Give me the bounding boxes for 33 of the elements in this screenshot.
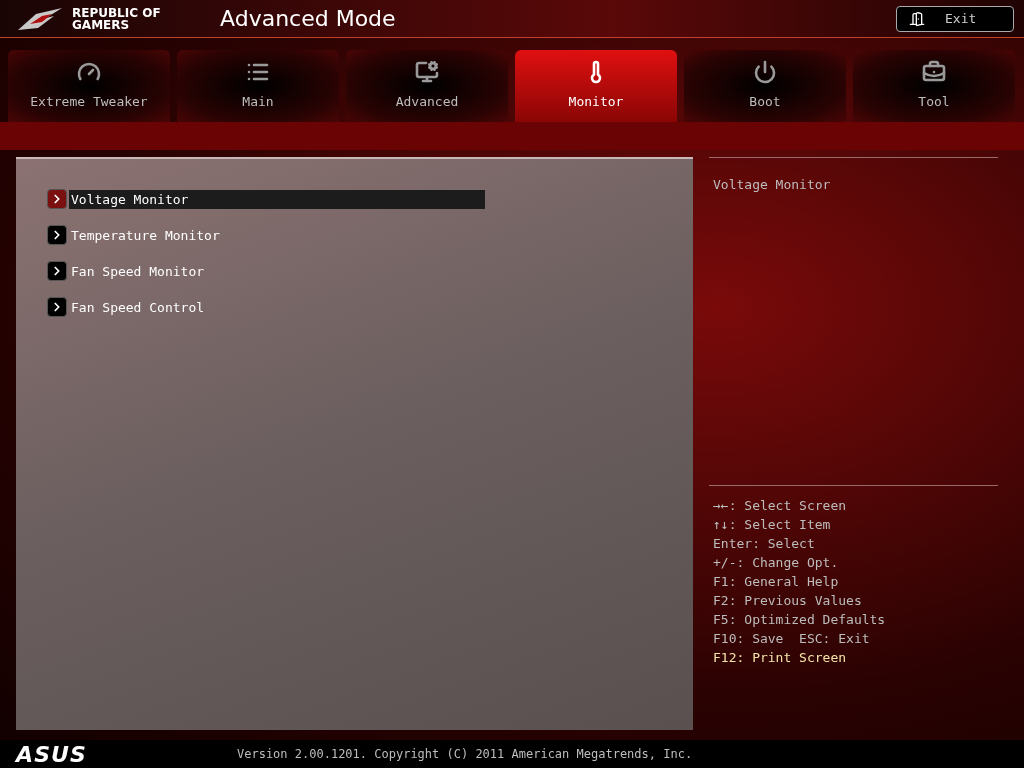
- menu-item[interactable]: Temperature Monitor: [69, 225, 222, 245]
- window-title: Advanced Mode: [220, 5, 396, 33]
- tab[interactable]: Tool: [853, 50, 1015, 122]
- tab[interactable]: Advanced: [346, 50, 508, 122]
- power-icon: [753, 60, 777, 85]
- key-help-line: ↑↓: Select Item: [713, 516, 832, 534]
- chevron-icon: [47, 261, 67, 281]
- tab[interactable]: Monitor: [515, 50, 677, 122]
- menu-item[interactable]: Fan Speed Control: [69, 297, 207, 317]
- chevron-icon: [47, 189, 67, 209]
- exit-button[interactable]: Exit: [896, 5, 1014, 32]
- chevron-icon: [47, 297, 67, 317]
- key-help-line: →←: Select Screen: [713, 497, 848, 515]
- key-help-line: F10: Save ESC: Exit: [713, 630, 871, 648]
- key-help-line: F5: Optimized Defaults: [713, 611, 887, 629]
- key-help-line: F1: General Help: [713, 573, 840, 591]
- key-help-line: +/-: Change Opt.: [713, 554, 840, 572]
- chevron-icon: [47, 225, 67, 245]
- logo-text: REPUBLIC OF: [72, 6, 161, 19]
- tab[interactable]: Main: [177, 50, 339, 122]
- key-help-line: F12: Print Screen: [713, 649, 848, 667]
- help-text: Voltage Monitor: [713, 177, 831, 192]
- door-icon: [909, 10, 925, 27]
- key-help-line: Enter: Select: [713, 535, 816, 553]
- monitor-icon: [415, 60, 439, 85]
- menu-item[interactable]: Voltage Monitor: [69, 189, 485, 209]
- version-text: Version 2.00.1201. Copyright (C) 2011 American Megatrends, Inc.: [237, 746, 693, 763]
- brand-logo: ASUS: [16, 740, 87, 768]
- logo-text: GAMERS: [72, 18, 131, 31]
- menu-item[interactable]: Fan Speed Monitor: [69, 261, 207, 281]
- tab[interactable]: Extreme Tweaker: [8, 50, 170, 122]
- key-help-line: F2: Previous Values: [713, 592, 863, 610]
- tab[interactable]: Boot: [684, 50, 846, 122]
